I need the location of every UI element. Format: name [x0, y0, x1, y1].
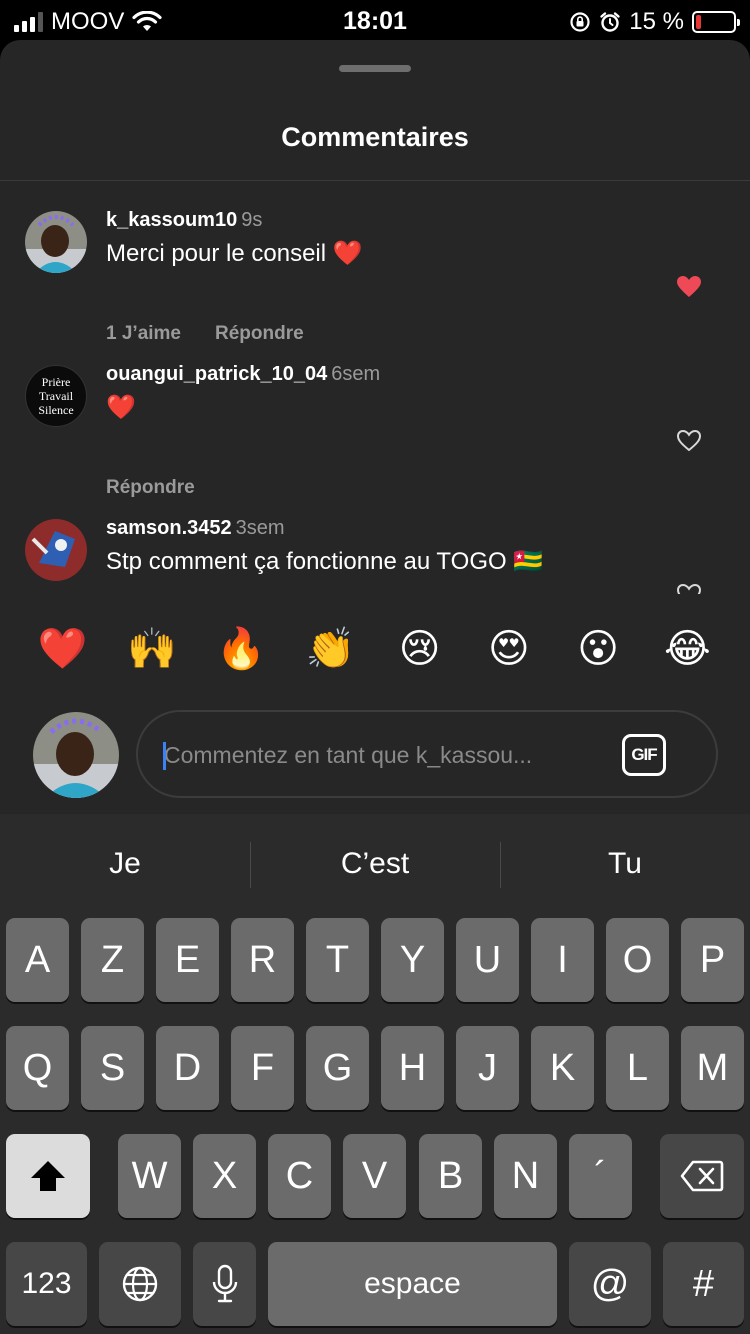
comment-item: samson.3452 3sem Stp comment ça fonctionn… — [0, 489, 750, 594]
comment-input-placeholder: Commentez en tant que k_kassou... — [164, 742, 533, 768]
space-bar[interactable]: espace — [268, 1242, 557, 1326]
key-l[interactable]: L — [606, 1026, 669, 1110]
comment-text: Stp comment ça fonctionne au TOGO 🇹🇬 — [106, 548, 544, 575]
key-x[interactable]: X — [193, 1134, 256, 1218]
shift-key[interactable] — [6, 1134, 90, 1218]
key-z[interactable]: Z — [81, 918, 144, 1002]
suggestion-2[interactable]: C’est — [250, 814, 500, 914]
comment-username[interactable]: samson.3452 — [106, 517, 232, 539]
comment-text: ❤️ — [106, 394, 136, 421]
key-e[interactable]: E — [156, 918, 219, 1002]
comment-time: 6sem — [331, 363, 381, 385]
globe-key[interactable] — [99, 1242, 181, 1326]
emoji-tears-of-joy[interactable]: 😂 — [657, 629, 717, 669]
space-bar-label: espace — [364, 1267, 461, 1300]
key-k[interactable]: K — [531, 1026, 594, 1110]
numbers-key-label: 123 — [21, 1267, 72, 1300]
avatar-text-line: Travail — [38, 389, 74, 403]
keyboard: Je C’est Tu A Z E R T Y U I O P Q S D F … — [0, 814, 750, 1334]
avatar[interactable]: Prière Travail Silence — [25, 365, 87, 427]
dictation-key[interactable] — [193, 1242, 256, 1326]
key-r[interactable]: R — [231, 918, 294, 1002]
battery-level-fill — [696, 15, 701, 29]
text-cursor — [163, 742, 166, 770]
heart-icon[interactable] — [676, 275, 702, 299]
comment-time: 9s — [241, 209, 263, 231]
key-o[interactable]: O — [606, 918, 669, 1002]
heart-outline-icon[interactable] — [676, 429, 702, 453]
suggestion-3[interactable]: Tu — [500, 814, 750, 914]
key-y[interactable]: Y — [381, 918, 444, 1002]
key-v[interactable]: V — [343, 1134, 406, 1218]
comment-item: k_kassoum10 9s Merci pour le conseil ❤️ 1… — [0, 181, 750, 344]
suggestion-1[interactable]: Je — [0, 814, 250, 914]
key-m[interactable]: M — [681, 1026, 744, 1110]
heart-outline-icon[interactable] — [676, 583, 702, 594]
key-n[interactable]: N — [494, 1134, 557, 1218]
key-d[interactable]: D — [156, 1026, 219, 1110]
shift-icon — [31, 1161, 65, 1191]
key-s[interactable]: S — [81, 1026, 144, 1110]
comment-time: 3sem — [235, 517, 285, 539]
sheet-title: Commentaires — [281, 122, 469, 152]
comment-input[interactable]: Commentez en tant que k_kassou... GIF — [136, 710, 718, 798]
emoji-red-heart[interactable]: ❤️ — [33, 629, 93, 669]
numbers-key[interactable]: 123 — [6, 1242, 87, 1326]
quick-emoji-bar: ❤️ 🙌 🔥 👏 😢 😍 😮 😂 — [0, 594, 750, 704]
key-b[interactable]: B — [419, 1134, 482, 1218]
globe-icon — [122, 1266, 158, 1302]
key-acute-accent[interactable]: ´ — [569, 1134, 632, 1218]
emoji-surprised-face[interactable]: 😮 — [568, 629, 628, 669]
avatar-text-line: Prière — [41, 375, 71, 389]
key-c[interactable]: C — [268, 1134, 331, 1218]
current-user-avatar — [33, 712, 119, 798]
backspace-icon — [680, 1160, 724, 1192]
key-h[interactable]: H — [381, 1026, 444, 1110]
comment-text: Merci pour le conseil ❤️ — [106, 240, 363, 267]
key-q[interactable]: Q — [6, 1026, 69, 1110]
battery-icon — [692, 11, 740, 33]
emoji-fire[interactable]: 🔥 — [211, 629, 271, 669]
comment-list[interactable]: k_kassoum10 9s Merci pour le conseil ❤️ 1… — [0, 181, 750, 594]
key-f[interactable]: F — [231, 1026, 294, 1110]
comment-username[interactable]: ouangui_patrick_10_04 — [106, 363, 327, 385]
emoji-heart-eyes[interactable]: 😍 — [479, 629, 539, 669]
key-t[interactable]: T — [306, 918, 369, 1002]
avatar[interactable] — [25, 211, 87, 273]
key-p[interactable]: P — [681, 918, 744, 1002]
battery-percent: 15 % — [629, 8, 684, 35]
emoji-raising-hands[interactable]: 🙌 — [122, 629, 182, 669]
hash-key[interactable]: # — [663, 1242, 744, 1326]
key-j[interactable]: J — [456, 1026, 519, 1110]
key-w[interactable]: W — [118, 1134, 181, 1218]
key-i[interactable]: I — [531, 918, 594, 1002]
microphone-icon — [212, 1264, 237, 1303]
gif-button[interactable]: GIF — [622, 734, 666, 776]
avatar[interactable] — [25, 519, 87, 581]
emoji-crying-face[interactable]: 😢 — [390, 629, 450, 669]
status-bar: MOOV 18:01 15 % — [0, 0, 750, 40]
comment-username[interactable]: k_kassoum10 — [106, 209, 237, 231]
predictive-bar: Je C’est Tu — [0, 814, 750, 914]
alarm-icon — [600, 12, 620, 32]
at-key[interactable]: @ — [569, 1242, 651, 1326]
comment-item: Prière Travail Silence ouangui_patrick_1… — [0, 335, 750, 498]
key-g[interactable]: G — [306, 1026, 369, 1110]
avatar-text-line: Silence — [38, 403, 74, 417]
emoji-clapping-hands[interactable]: 👏 — [300, 629, 360, 669]
key-a[interactable]: A — [6, 918, 69, 1002]
rotation-lock-icon — [570, 12, 590, 32]
sheet-grabber[interactable] — [339, 65, 411, 72]
key-u[interactable]: U — [456, 918, 519, 1002]
backspace-key[interactable] — [660, 1134, 744, 1218]
